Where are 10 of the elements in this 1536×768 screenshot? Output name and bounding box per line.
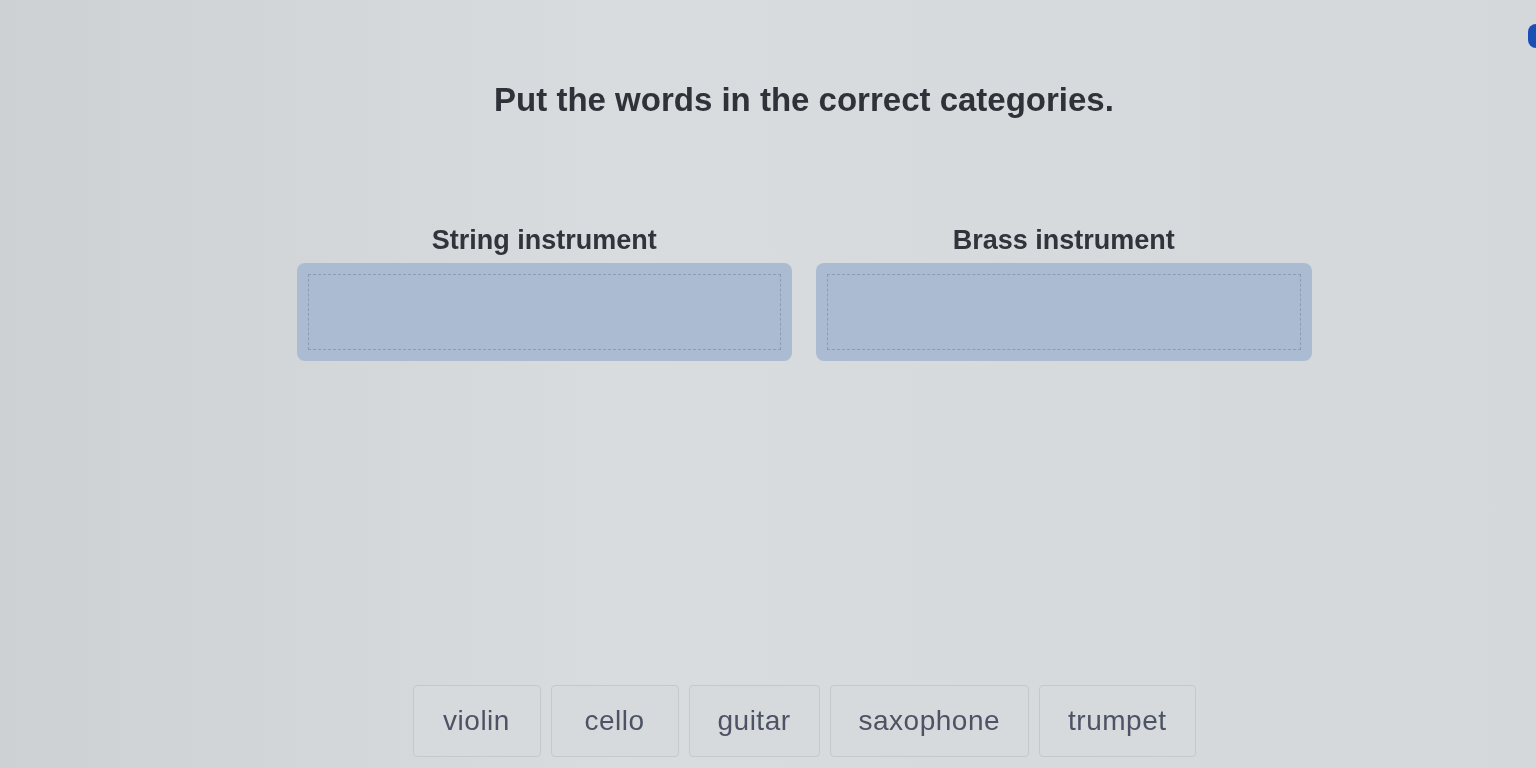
word-tile[interactable]: trumpet	[1039, 685, 1196, 757]
word-tile[interactable]: cello	[550, 685, 679, 757]
drop-zone[interactable]	[816, 263, 1312, 361]
category-heading: String instrument	[431, 224, 657, 257]
category-heading: Brass instrument	[952, 224, 1175, 257]
word-tile[interactable]: saxophone	[829, 685, 1030, 757]
word-tile[interactable]: violin	[412, 685, 541, 757]
drop-zone[interactable]	[296, 263, 792, 361]
word-tile[interactable]: guitar	[688, 685, 820, 757]
instruction-text: Put the words in the correct categories.	[494, 80, 1114, 120]
